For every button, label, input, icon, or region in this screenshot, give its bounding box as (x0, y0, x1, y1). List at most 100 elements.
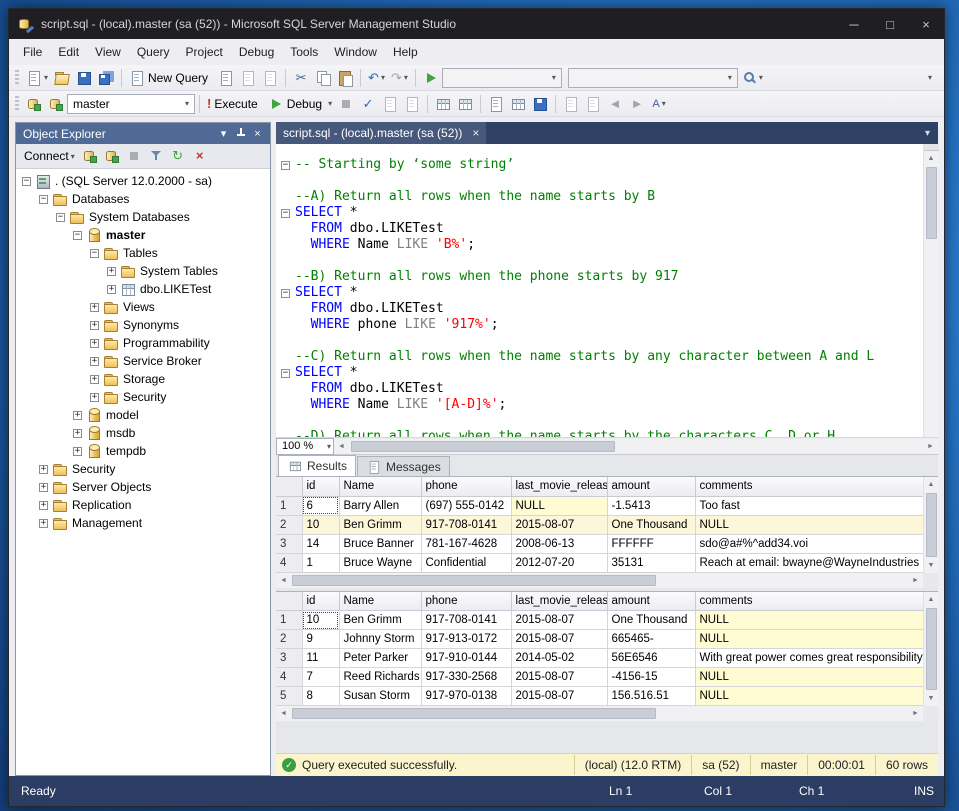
row-number-cell[interactable]: 2 (276, 515, 302, 534)
grid-cell[interactable]: Reach at email: bwayne@WayneIndustries (695, 553, 923, 572)
expand-toggle-icon[interactable]: + (73, 429, 82, 438)
collapse-toggle-icon[interactable]: − (73, 231, 82, 240)
toolbar-grip[interactable] (15, 70, 19, 86)
collapse-region-icon[interactable]: − (281, 161, 290, 170)
scrollbar-thumb[interactable] (292, 575, 656, 586)
row-number-cell[interactable]: 3 (276, 534, 302, 553)
code-editor[interactable]: −-- Starting by ‘some string’--A) Return… (276, 144, 923, 437)
start-button[interactable] (420, 67, 442, 89)
expand-toggle-icon[interactable]: + (90, 321, 99, 330)
grid-cell[interactable]: Too fast (695, 496, 923, 515)
grid-cell[interactable]: 917-708-0141 (421, 515, 511, 534)
expand-toggle-icon[interactable]: + (90, 393, 99, 402)
grid-cell[interactable]: Bruce Wayne (339, 553, 421, 572)
row-number-cell[interactable]: 1 (276, 496, 302, 515)
expand-toggle-icon[interactable]: + (90, 339, 99, 348)
grid-cell[interactable]: Bruce Banner (339, 534, 421, 553)
cancel-query-button[interactable] (335, 93, 357, 115)
zoom-selector[interactable]: 100 %▾ (276, 438, 334, 455)
query-options-button[interactable] (401, 93, 423, 115)
paste-button[interactable] (334, 67, 356, 89)
disconnect-server-button[interactable] (101, 145, 123, 167)
tab-list-icon[interactable]: ▾ (917, 128, 938, 139)
menu-project[interactable]: Project (178, 41, 231, 63)
grid-cell[interactable]: 10 (302, 611, 339, 630)
column-header-amount[interactable]: amount (607, 477, 695, 496)
grid-cell[interactable]: 6 (302, 496, 339, 515)
tree-item-management[interactable]: +Management (16, 514, 270, 532)
expand-toggle-icon[interactable]: + (107, 285, 116, 294)
grid-cell[interactable]: Confidential (421, 553, 511, 572)
grid-cell[interactable]: 8 (302, 687, 339, 706)
editor-vertical-scrollbar[interactable]: ▲ (923, 144, 938, 437)
scrollbar-thumb[interactable] (926, 608, 937, 691)
scroll-down-icon[interactable]: ▼ (924, 691, 939, 706)
stop-button[interactable] (123, 145, 145, 167)
column-header-amount[interactable]: amount (607, 592, 695, 611)
grid-cell[interactable]: 917-910-0144 (421, 649, 511, 668)
tree-item-security[interactable]: +Security (16, 460, 270, 478)
grid-corner-cell[interactable] (276, 592, 302, 611)
results-to-grid-button[interactable] (507, 93, 529, 115)
save-button[interactable] (73, 67, 95, 89)
connect-server-button[interactable] (79, 145, 101, 167)
close-panel-icon[interactable]: × (249, 128, 266, 140)
grid2-vertical-scrollbar[interactable]: ▲ ▼ (923, 592, 938, 707)
expand-toggle-icon[interactable]: + (39, 519, 48, 528)
intellisense-button[interactable] (432, 93, 454, 115)
column-header-comments[interactable]: comments (695, 592, 923, 611)
document-tab-script[interactable]: script.sql - (local).master (sa (52)) × (276, 122, 486, 144)
scroll-right-icon[interactable]: ► (908, 706, 923, 721)
grid-cell[interactable]: FFFFFF (607, 534, 695, 553)
debug-button[interactable]: Debug▾ (265, 93, 335, 115)
grid-cell[interactable]: One Thousand (607, 515, 695, 534)
results-to-text-button[interactable] (485, 93, 507, 115)
include-actual-plan-button[interactable] (454, 93, 476, 115)
menu-edit[interactable]: Edit (50, 41, 87, 63)
row-number-cell[interactable]: 3 (276, 649, 302, 668)
column-header-name[interactable]: Name (339, 592, 421, 611)
grid-cell[interactable]: -1.5413 (607, 496, 695, 515)
pin-icon[interactable] (232, 127, 249, 141)
scroll-right-icon[interactable]: ► (923, 439, 938, 454)
grid-cell[interactable]: 2014-05-02 (511, 649, 607, 668)
column-header-name[interactable]: Name (339, 477, 421, 496)
grid-cell[interactable]: 665465- (607, 630, 695, 649)
collapse-toggle-icon[interactable]: − (56, 213, 65, 222)
find-button[interactable]: ▾ (738, 67, 766, 89)
row-number-cell[interactable]: 2 (276, 630, 302, 649)
collapse-region-icon[interactable]: − (281, 369, 290, 378)
tree-item-service-broker[interactable]: +Service Broker (16, 352, 270, 370)
scroll-up-icon[interactable]: ▲ (924, 477, 939, 492)
comment-button[interactable] (560, 93, 582, 115)
database-engine-query-button[interactable] (215, 67, 237, 89)
estimated-plan-button[interactable] (379, 93, 401, 115)
decrease-indent-button[interactable]: ◄ (604, 93, 626, 115)
grid-cell[interactable]: Peter Parker (339, 649, 421, 668)
toolbar-combo-1[interactable]: ▾ (442, 68, 562, 88)
grid-cell[interactable]: 11 (302, 649, 339, 668)
grid-cell[interactable]: Reed Richards (339, 668, 421, 687)
grid-cell[interactable]: Barry Allen (339, 496, 421, 515)
row-number-cell[interactable]: 5 (276, 687, 302, 706)
open-file-button[interactable] (51, 67, 73, 89)
refresh-button[interactable]: ↻ (167, 145, 189, 167)
expand-toggle-icon[interactable]: + (90, 375, 99, 384)
toolbar-grip[interactable] (15, 96, 19, 112)
expand-toggle-icon[interactable]: + (90, 303, 99, 312)
title-bar[interactable]: script.sql - (local).master (sa (52)) - … (9, 9, 944, 39)
collapse-toggle-icon[interactable]: − (90, 249, 99, 258)
menu-help[interactable]: Help (385, 41, 426, 63)
tab-messages[interactable]: Messages (357, 456, 450, 476)
column-header-last_movie_release[interactable]: last_movie_release (511, 477, 607, 496)
tree-item-tables[interactable]: −Tables (16, 244, 270, 262)
scrollbar-thumb[interactable] (926, 167, 937, 239)
tree-item-databases[interactable]: −Databases (16, 190, 270, 208)
grid-cell[interactable]: With great power comes great responsibil… (695, 649, 923, 668)
scroll-right-icon[interactable]: ► (908, 573, 923, 588)
xmla-query-button[interactable] (259, 67, 281, 89)
grid-cell[interactable]: NULL (695, 630, 923, 649)
scroll-down-icon[interactable]: ▼ (924, 558, 939, 573)
grid-cell[interactable]: NULL (695, 668, 923, 687)
expand-toggle-icon[interactable]: + (73, 411, 82, 420)
